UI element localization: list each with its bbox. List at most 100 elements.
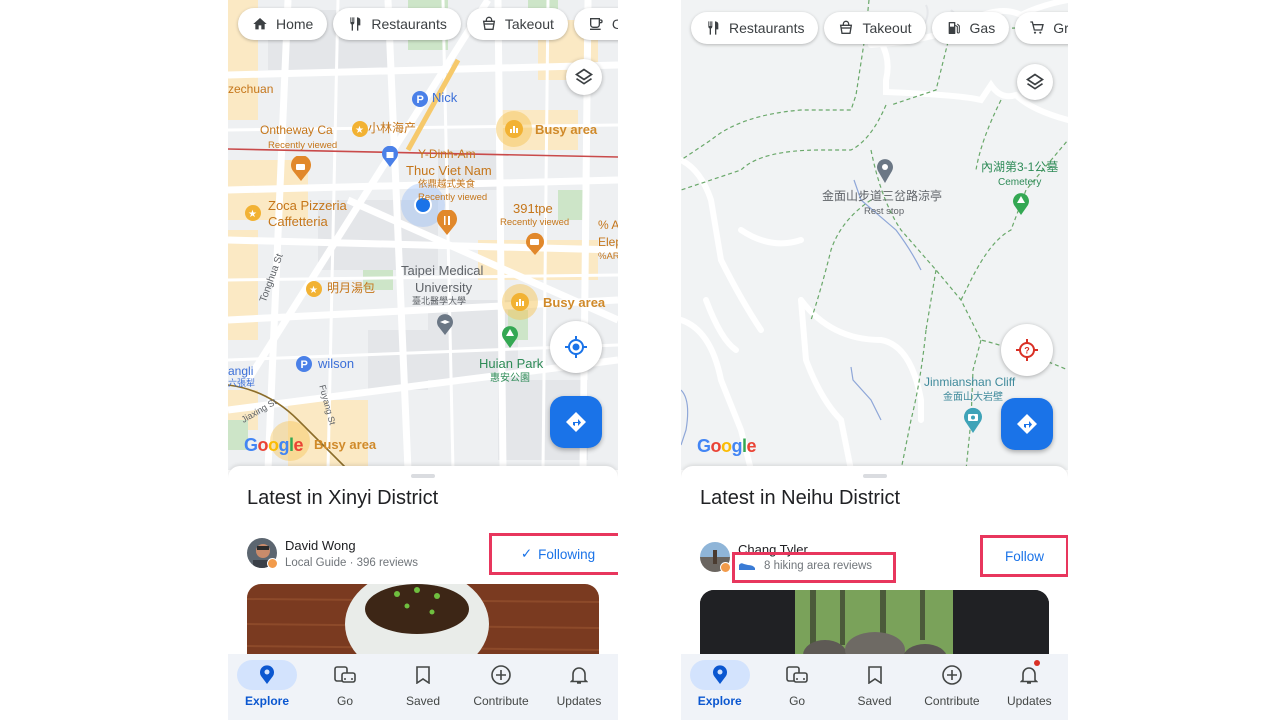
chip-takeout[interactable]: Takeout — [824, 12, 926, 44]
chip-label: Restaurants — [729, 20, 805, 36]
star-pin-icon[interactable]: ★ — [351, 120, 369, 143]
shopping-pin-icon[interactable] — [381, 145, 399, 173]
cafe-pin-icon[interactable] — [525, 232, 545, 261]
svg-text:★: ★ — [309, 285, 318, 296]
chip-label: Takeout — [862, 20, 912, 36]
map-label-liuzhangli-cn: 六張犁 — [228, 378, 256, 388]
map-label-liuzhangli[interactable]: angli — [228, 364, 253, 378]
photo-spot-pin-icon[interactable] — [963, 406, 983, 439]
saved-bookmark-icon — [416, 666, 430, 684]
follow-button[interactable]: Follow — [980, 535, 1068, 577]
explore-pin-icon — [712, 665, 727, 684]
map-view[interactable]: Restaurants Takeout Gas Groce 內湖第3-1公墓 C… — [681, 0, 1068, 470]
map-label-percent-ar: %AR — [598, 251, 618, 262]
sheet-drag-handle[interactable] — [862, 474, 887, 478]
chip-restaurants[interactable]: Restaurants — [691, 12, 819, 44]
nav-updates[interactable]: Updates — [540, 654, 618, 720]
map-label-szechuan[interactable]: zechuan — [228, 82, 273, 96]
my-location-button[interactable] — [550, 321, 602, 373]
google-logo: Google — [697, 436, 757, 456]
map-label-zoca[interactable]: Zoca Pizzeria — [268, 198, 347, 213]
star-pin-icon[interactable]: ★ — [244, 204, 262, 227]
nav-go[interactable]: Go — [306, 654, 384, 720]
nav-go[interactable]: Go — [758, 654, 835, 720]
map-label-mingyue[interactable]: 明月湯包 — [327, 281, 375, 295]
reviews-count: 8 hiking area reviews — [764, 560, 873, 572]
svg-text:P: P — [301, 359, 308, 371]
nav-contribute[interactable]: Contribute — [913, 654, 990, 720]
chip-grocery[interactable]: Groce — [1015, 12, 1068, 44]
contributor-row: Chang Tyler 8 hiking area reviews Follow — [700, 535, 1068, 583]
map-label-university: University — [415, 280, 473, 295]
map-label-wilson[interactable]: wilson — [318, 356, 354, 371]
map-label-busy-3[interactable]: Busy area — [314, 437, 376, 452]
map-label-xiaolin[interactable]: 小林海产 — [368, 121, 416, 135]
following-button[interactable]: ✓ Following — [489, 533, 618, 575]
review-photo[interactable] — [247, 584, 599, 664]
parking-pin-icon[interactable]: P — [411, 90, 429, 113]
map-label-thuc-viet-cn: 依鼎越式美食 — [418, 179, 476, 190]
cemetery-pin-icon[interactable] — [1012, 192, 1030, 221]
cafe-pin-icon[interactable] — [290, 155, 312, 187]
rest-stop-pin-icon[interactable] — [876, 158, 894, 189]
map-label-cemetery-cn[interactable]: 內湖第3-1公墓 — [981, 160, 1058, 174]
restaurant-icon — [350, 17, 361, 31]
local-guide-badge-icon — [267, 558, 278, 569]
map-label-cliff[interactable]: Jinmianshan Cliff — [924, 375, 1015, 389]
layers-button[interactable] — [566, 59, 602, 95]
contributor-row: David Wong Local Guide · 396 reviews ✓ F… — [247, 533, 618, 576]
map-label-busy-1[interactable]: Busy area — [535, 122, 597, 137]
parking-pin-icon[interactable]: P — [295, 355, 313, 378]
location-unknown-button[interactable]: ? — [1001, 324, 1053, 376]
map-label-ontheway[interactable]: Ontheway Ca — [260, 123, 333, 137]
map-label-caffetteria: Caffetteria — [268, 214, 328, 229]
sheet-title: Latest in Neihu District — [700, 487, 901, 509]
map-label-recent-3: Recently viewed — [500, 217, 570, 228]
chip-coffee[interactable]: Coff — [573, 8, 618, 40]
directions-button[interactable] — [1001, 398, 1053, 450]
chip-label: Restaurants — [371, 16, 447, 32]
svg-text:★: ★ — [248, 209, 257, 220]
layers-icon — [1025, 73, 1045, 90]
layers-button[interactable] — [1017, 64, 1053, 100]
nav-explore[interactable]: Explore — [681, 654, 758, 720]
map-label-cliff-cn: 金面山大岩壁 — [943, 392, 1003, 403]
nav-saved[interactable]: Saved — [384, 654, 462, 720]
nav-explore[interactable]: Explore — [228, 654, 306, 720]
nav-contribute[interactable]: Contribute — [462, 654, 540, 720]
map-label-ydinham[interactable]: Y-Dinh-Am — [418, 147, 476, 161]
map-label-rest-stop-cn[interactable]: 金面山步道三岔路涼亭 — [822, 189, 942, 203]
hiking-shoe-icon — [739, 563, 755, 570]
map-label-thuc-viet[interactable]: Thuc Viet Nam — [406, 163, 492, 178]
directions-button[interactable] — [550, 396, 602, 448]
nav-saved[interactable]: Saved — [836, 654, 913, 720]
map-label-huian-park[interactable]: Huian Park — [479, 356, 543, 371]
chip-home[interactable]: Home — [238, 8, 328, 40]
category-chips: Restaurants Takeout Gas Groce — [691, 12, 1068, 44]
user-name[interactable]: David Wong — [285, 538, 356, 553]
restaurant-pin-icon[interactable] — [436, 209, 458, 241]
map-label-busy-2[interactable]: Busy area — [543, 295, 605, 310]
right-screen: Restaurants Takeout Gas Groce 內湖第3-1公墓 C… — [681, 0, 1068, 720]
contribute-plus-icon — [942, 665, 962, 685]
chip-gas[interactable]: Gas — [931, 12, 1010, 44]
school-pin-icon[interactable] — [436, 314, 454, 341]
local-guide-badge-icon — [720, 562, 731, 573]
park-pin-icon[interactable] — [501, 325, 519, 354]
map-label-percent[interactable]: % A — [598, 218, 618, 232]
user-meta: 8 hiking area reviews — [738, 560, 872, 572]
map-label-nick[interactable]: Nick — [432, 90, 457, 105]
map-label-391tpe[interactable]: 391tpe — [513, 201, 553, 216]
nav-updates[interactable]: Updates — [991, 654, 1068, 720]
layers-icon — [574, 68, 594, 85]
gas-icon — [948, 22, 960, 34]
busy-area-icon[interactable] — [510, 292, 530, 317]
map-label-taipei-medical[interactable]: Taipei Medical — [401, 263, 483, 278]
map-view[interactable]: Home Restaurants Takeout Coff zechuan P … — [228, 0, 618, 470]
chip-restaurants[interactable]: Restaurants — [333, 8, 461, 40]
following-label: Following — [538, 546, 596, 562]
chip-takeout[interactable]: Takeout — [466, 8, 568, 40]
star-pin-icon[interactable]: ★ — [305, 280, 323, 303]
busy-area-icon[interactable] — [504, 119, 524, 144]
sheet-drag-handle[interactable] — [411, 474, 435, 478]
